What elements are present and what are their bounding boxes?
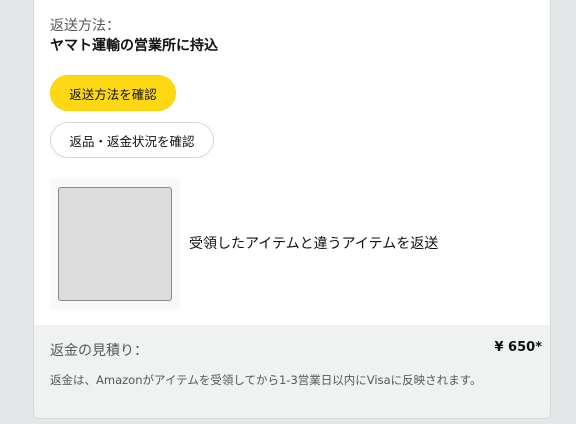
return-method-label: 返送方法： — [50, 18, 120, 34]
item-thumbnail-frame[interactable] — [50, 179, 180, 309]
refund-estimate-label: 返金の見積り： — [50, 343, 148, 359]
confirm-return-method-button[interactable]: 返送方法を確認 — [50, 75, 176, 111]
refund-estimate-panel: 返金の見積り： ¥ 650* 返金は、Amazonがアイテムを受領してから1-3… — [34, 325, 550, 418]
refund-amount: ¥ 650* — [494, 340, 542, 355]
check-return-status-button[interactable]: 返品・返金状況を確認 — [50, 122, 214, 158]
return-method-value: ヤマト運輸の営業所に持込 — [50, 38, 218, 54]
refund-note: 返金は、Amazonがアイテムを受領してから1-3営業日以内にVisaに反映され… — [50, 373, 482, 387]
item-thumbnail-image[interactable] — [58, 187, 172, 301]
return-details-card: 返送方法： ヤマト運輸の営業所に持込 返送方法を確認 返品・返金状況を確認 受領… — [33, 0, 551, 419]
return-reason-text: 受領したアイテムと違うアイテムを返送 — [189, 236, 439, 252]
